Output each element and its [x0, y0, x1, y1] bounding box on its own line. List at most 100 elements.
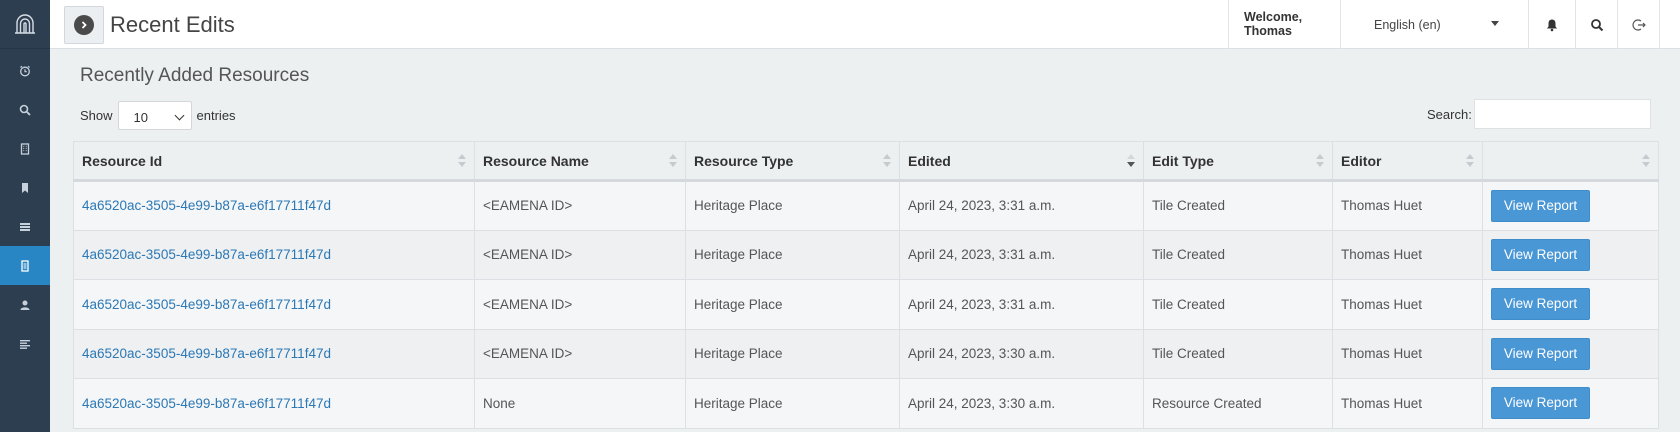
search-icon	[1590, 18, 1603, 31]
edit-type-cell: Resource Created	[1143, 378, 1333, 429]
column-header-editor[interactable]: Editor	[1332, 141, 1483, 182]
entries-label: entries	[196, 108, 236, 123]
app-logo[interactable]	[0, 0, 50, 49]
search-icon	[19, 104, 31, 116]
sort-icon	[1466, 154, 1474, 168]
resource-type-cell: Heritage Place	[685, 329, 900, 379]
entries-select[interactable]: 10	[117, 101, 192, 130]
edit-type-cell: Tile Created	[1143, 230, 1333, 280]
welcome-user[interactable]: Welcome, Thomas	[1228, 0, 1341, 49]
entries-length-control: Show 10 entries	[80, 101, 236, 130]
sidebar-item-bookmarks[interactable]	[0, 168, 50, 207]
sidebar-item-reports[interactable]	[0, 246, 50, 285]
show-label: Show	[80, 108, 113, 123]
sort-desc-icon	[1127, 154, 1135, 168]
language-select[interactable]: English (en)	[1341, 0, 1529, 49]
edited-cell: April 24, 2023, 3:30 a.m.	[899, 378, 1144, 429]
edited-cell: April 24, 2023, 3:31 a.m.	[899, 180, 1144, 231]
list-icon	[20, 222, 30, 231]
view-report-button[interactable]: View Report	[1491, 337, 1590, 370]
entries-value: 10	[133, 110, 148, 125]
sidebar	[0, 0, 50, 432]
report-icon	[21, 259, 29, 272]
sort-icon	[458, 154, 466, 168]
sort-icon	[1642, 154, 1650, 168]
column-header-edited[interactable]: Edited	[899, 141, 1144, 182]
bookmark-icon	[22, 182, 28, 193]
sidebar-item-menu[interactable]	[0, 324, 50, 363]
chevron-down-icon	[174, 110, 184, 121]
resource-id-link[interactable]: 4a6520ac-3505-4e99-b87a-e6f17711f47d	[82, 247, 331, 262]
resource-name-cell: <EAMENA ID>	[474, 180, 686, 231]
editor-cell: Thomas Huet	[1332, 230, 1483, 280]
main-content: Recently Added Resources Show 10 entries…	[50, 49, 1680, 432]
sort-icon	[883, 154, 891, 168]
search-label: Search:	[1427, 106, 1472, 122]
notifications-button[interactable]	[1529, 0, 1576, 49]
sort-icon	[669, 154, 677, 168]
resource-name-cell: <EAMENA ID>	[474, 329, 686, 379]
editor-cell: Thomas Huet	[1332, 180, 1483, 231]
resource-type-cell: Heritage Place	[685, 230, 900, 280]
table-row: 4a6520ac-3505-4e99-b87a-e6f17711f47d <EA…	[73, 329, 1659, 379]
edited-cell: April 24, 2023, 3:31 a.m.	[899, 279, 1144, 330]
view-report-button[interactable]: View Report	[1491, 387, 1590, 420]
column-header-resource-name[interactable]: Resource Name	[474, 141, 686, 182]
resource-name-cell: None	[474, 378, 686, 429]
logout-button[interactable]	[1618, 0, 1660, 49]
resource-id-link[interactable]: 4a6520ac-3505-4e99-b87a-e6f17711f47d	[82, 198, 331, 213]
resource-id-link[interactable]: 4a6520ac-3505-4e99-b87a-e6f17711f47d	[82, 346, 331, 361]
sidebar-item-list[interactable]	[0, 207, 50, 246]
page-title: Recent Edits	[110, 12, 235, 37]
resource-id-link[interactable]: 4a6520ac-3505-4e99-b87a-e6f17711f47d	[82, 297, 331, 312]
resource-name-cell: <EAMENA ID>	[474, 230, 686, 280]
resource-name-cell: <EAMENA ID>	[474, 279, 686, 330]
table-header-row: Resource Id Resource Name Resource Type …	[73, 141, 1659, 182]
chevron-right-circle-icon	[74, 15, 94, 35]
table-search: Search:	[1427, 99, 1651, 129]
table-row: 4a6520ac-3505-4e99-b87a-e6f17711f47d <EA…	[73, 230, 1659, 280]
section-title: Recently Added Resources	[80, 65, 310, 86]
view-report-button[interactable]: View Report	[1491, 288, 1590, 321]
clock-icon	[20, 65, 30, 76]
edited-cell: April 24, 2023, 3:31 a.m.	[899, 230, 1144, 280]
user-icon	[20, 300, 30, 310]
sidebar-item-resources[interactable]	[0, 129, 50, 168]
sidebar-item-recent[interactable]	[0, 51, 50, 90]
recent-resources-table: Resource Id Resource Name Resource Type …	[73, 141, 1659, 429]
sidebar-item-profile[interactable]	[0, 285, 50, 324]
resource-type-cell: Heritage Place	[685, 279, 900, 330]
edit-type-cell: Tile Created	[1143, 329, 1333, 379]
sort-icon	[1316, 154, 1324, 168]
column-header-resource-id[interactable]: Resource Id	[73, 141, 475, 182]
table-row: 4a6520ac-3505-4e99-b87a-e6f17711f47d Non…	[73, 378, 1659, 429]
caret-down-icon	[1491, 21, 1499, 26]
table-row: 4a6520ac-3505-4e99-b87a-e6f17711f47d <EA…	[73, 180, 1659, 231]
sidebar-item-search[interactable]	[0, 90, 50, 129]
view-report-button[interactable]: View Report	[1491, 189, 1590, 222]
header-search-button[interactable]	[1576, 0, 1618, 49]
table-row: 4a6520ac-3505-4e99-b87a-e6f17711f47d <EA…	[73, 279, 1659, 330]
resource-type-cell: Heritage Place	[685, 180, 900, 231]
edit-type-cell: Tile Created	[1143, 279, 1333, 330]
resource-type-cell: Heritage Place	[685, 378, 900, 429]
edited-cell: April 24, 2023, 3:30 a.m.	[899, 329, 1144, 379]
column-header-actions[interactable]	[1482, 141, 1659, 182]
logout-icon	[1631, 18, 1646, 31]
language-label: English (en)	[1374, 18, 1441, 32]
bell-icon	[1547, 19, 1557, 31]
column-header-edit-type[interactable]: Edit Type	[1143, 141, 1333, 182]
editor-cell: Thomas Huet	[1332, 378, 1483, 429]
sidebar-toggle-button[interactable]	[64, 6, 104, 44]
edit-type-cell: Tile Created	[1143, 180, 1333, 231]
align-left-icon	[20, 339, 30, 349]
column-header-resource-type[interactable]: Resource Type	[685, 141, 900, 182]
editor-cell: Thomas Huet	[1332, 279, 1483, 330]
view-report-button[interactable]: View Report	[1491, 238, 1590, 271]
editor-cell: Thomas Huet	[1332, 329, 1483, 379]
building-icon	[20, 142, 30, 155]
resource-id-link[interactable]: 4a6520ac-3505-4e99-b87a-e6f17711f47d	[82, 396, 331, 411]
top-header: Recent Edits Welcome, Thomas English (en…	[50, 0, 1680, 49]
arches-logo-icon	[15, 14, 35, 34]
search-input[interactable]	[1473, 99, 1651, 129]
